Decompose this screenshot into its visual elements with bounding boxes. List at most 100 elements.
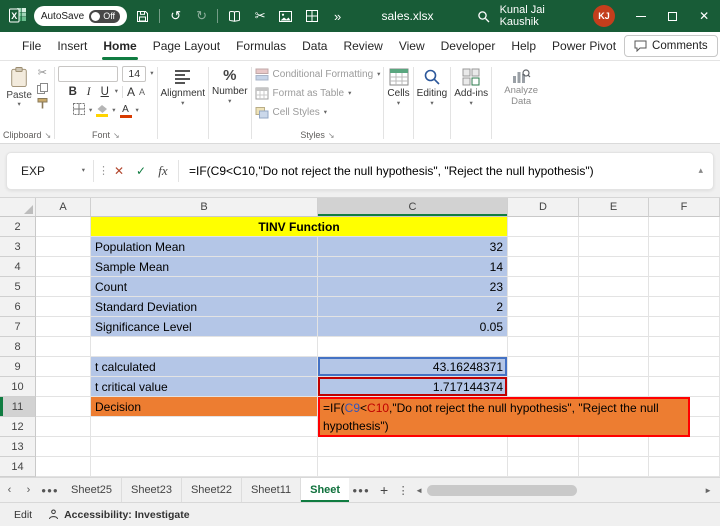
decrease-font-icon[interactable]: A [139,87,145,97]
cell-c6[interactable]: 2 [318,297,508,317]
collapse-formula-bar-icon[interactable]: ▴ [694,165,707,176]
font-size-dropdown-icon[interactable]: ▾ [150,71,153,77]
cell-b10[interactable]: t critical value [91,377,318,397]
bold-button[interactable]: B [67,86,79,98]
cell[interactable] [91,457,318,477]
cell-b6[interactable]: Standard Deviation [91,297,318,317]
cell-edit-overlay[interactable]: =IF(C9<C10,"Do not reject the null hypot… [318,397,690,437]
cell[interactable] [36,437,91,457]
cell[interactable] [318,457,508,477]
cell[interactable] [579,277,649,297]
cell[interactable] [508,317,579,337]
search-icon[interactable] [474,5,494,27]
underline-dropdown-icon[interactable]: ▾ [115,89,118,95]
editing-button[interactable]: Editing ▾ [417,66,448,107]
cell[interactable] [579,217,649,237]
font-name-box[interactable] [58,66,118,82]
sheet-tab-sheet25[interactable]: Sheet25 [62,478,122,502]
cell[interactable] [508,437,579,457]
cell-c4[interactable]: 14 [318,257,508,277]
row-header-9[interactable]: 9 [0,357,36,377]
cell[interactable] [91,337,318,357]
cell-c5[interactable]: 23 [318,277,508,297]
formula-input[interactable]: =IF(C9<C10,"Do not reject the null hypot… [183,164,694,178]
menu-tab-view[interactable]: View [391,32,433,60]
overflow-chevron-icon[interactable]: » [328,5,348,27]
comments-button[interactable]: Comments [624,35,718,57]
table-icon[interactable] [302,5,322,27]
row-header-8[interactable]: 8 [0,337,36,357]
cell-c9[interactable]: 43.16248371 [318,357,508,377]
fill-color-dropdown-icon[interactable]: ▾ [112,108,115,114]
cell-title[interactable]: TINV Function [91,217,508,237]
addins-button[interactable]: Add-ins ▾ [454,66,488,107]
font-dialog-launcher-icon[interactable]: ↘ [113,131,120,140]
sheet-nav-right-icon[interactable]: › [19,478,38,502]
cell[interactable] [649,297,720,317]
sheet-overflow-right-icon[interactable]: ●●● [349,478,373,502]
menu-tab-formulas[interactable]: Formulas [228,32,294,60]
select-all-corner[interactable] [0,198,36,217]
cancel-icon[interactable]: ✕ [108,164,130,178]
row-header-2[interactable]: 2 [0,217,36,237]
cell[interactable] [579,377,649,397]
cell-b5[interactable]: Count [91,277,318,297]
row-header-12[interactable]: 12 [0,417,36,437]
increase-font-icon[interactable]: A [127,85,135,99]
menu-tab-review[interactable]: Review [335,32,390,60]
undo-icon[interactable]: ↺ [166,5,186,27]
row-header-5[interactable]: 5 [0,277,36,297]
cell[interactable] [36,297,91,317]
cell-b7[interactable]: Significance Level [91,317,318,337]
column-header-d[interactable]: D [508,198,579,217]
menu-tab-page-layout[interactable]: Page Layout [145,32,228,60]
maximize-button[interactable] [657,0,689,32]
cell[interactable] [508,457,579,477]
column-header-b[interactable]: B [91,198,318,217]
cell[interactable] [508,277,579,297]
row-header-13[interactable]: 13 [0,437,36,457]
cell[interactable] [508,297,579,317]
underline-button[interactable]: U [99,86,111,98]
cell[interactable] [36,257,91,277]
fill-color-icon[interactable] [96,105,108,117]
cell[interactable] [36,417,91,437]
cell[interactable] [649,357,720,377]
cell-c3[interactable]: 32 [318,237,508,257]
menu-tab-home[interactable]: Home [95,32,144,60]
horizontal-scrollbar[interactable]: ◄ ► [411,478,720,502]
cell-b9[interactable]: t calculated [91,357,318,377]
cell-c7[interactable]: 0.05 [318,317,508,337]
cell[interactable] [508,257,579,277]
close-button[interactable]: ✕ [688,0,720,32]
number-button[interactable]: % Number ▾ [212,66,248,105]
cell[interactable] [649,317,720,337]
font-color-dropdown-icon[interactable]: ▾ [136,108,139,114]
scrollbar-track[interactable] [427,485,700,496]
cell[interactable] [36,217,91,237]
menu-tab-insert[interactable]: Insert [49,32,95,60]
cell[interactable] [36,397,91,417]
autosave-switch[interactable]: Off [89,10,120,23]
row-header-6[interactable]: 6 [0,297,36,317]
scroll-left-icon[interactable]: ◄ [415,486,423,495]
cell[interactable] [579,297,649,317]
sheet-menu-icon[interactable]: ⋮ [395,478,411,502]
cells-button[interactable]: Cells ▾ [387,66,409,107]
insert-function-icon[interactable]: fx [152,163,174,179]
row-header-3[interactable]: 3 [0,237,36,257]
borders-icon[interactable] [73,102,85,120]
cell[interactable] [649,237,720,257]
paste-dropdown-icon[interactable]: ▾ [17,102,20,108]
book-icon[interactable] [224,5,244,27]
cell[interactable] [649,257,720,277]
cell[interactable] [649,277,720,297]
menu-tab-data[interactable]: Data [294,32,335,60]
cell[interactable] [318,437,508,457]
scrollbar-thumb[interactable] [427,485,577,496]
font-color-icon[interactable]: A [120,105,132,118]
menu-tab-help[interactable]: Help [503,32,544,60]
column-header-c[interactable]: C [318,198,508,217]
minimize-button[interactable] [625,0,657,32]
cell[interactable] [91,437,318,457]
